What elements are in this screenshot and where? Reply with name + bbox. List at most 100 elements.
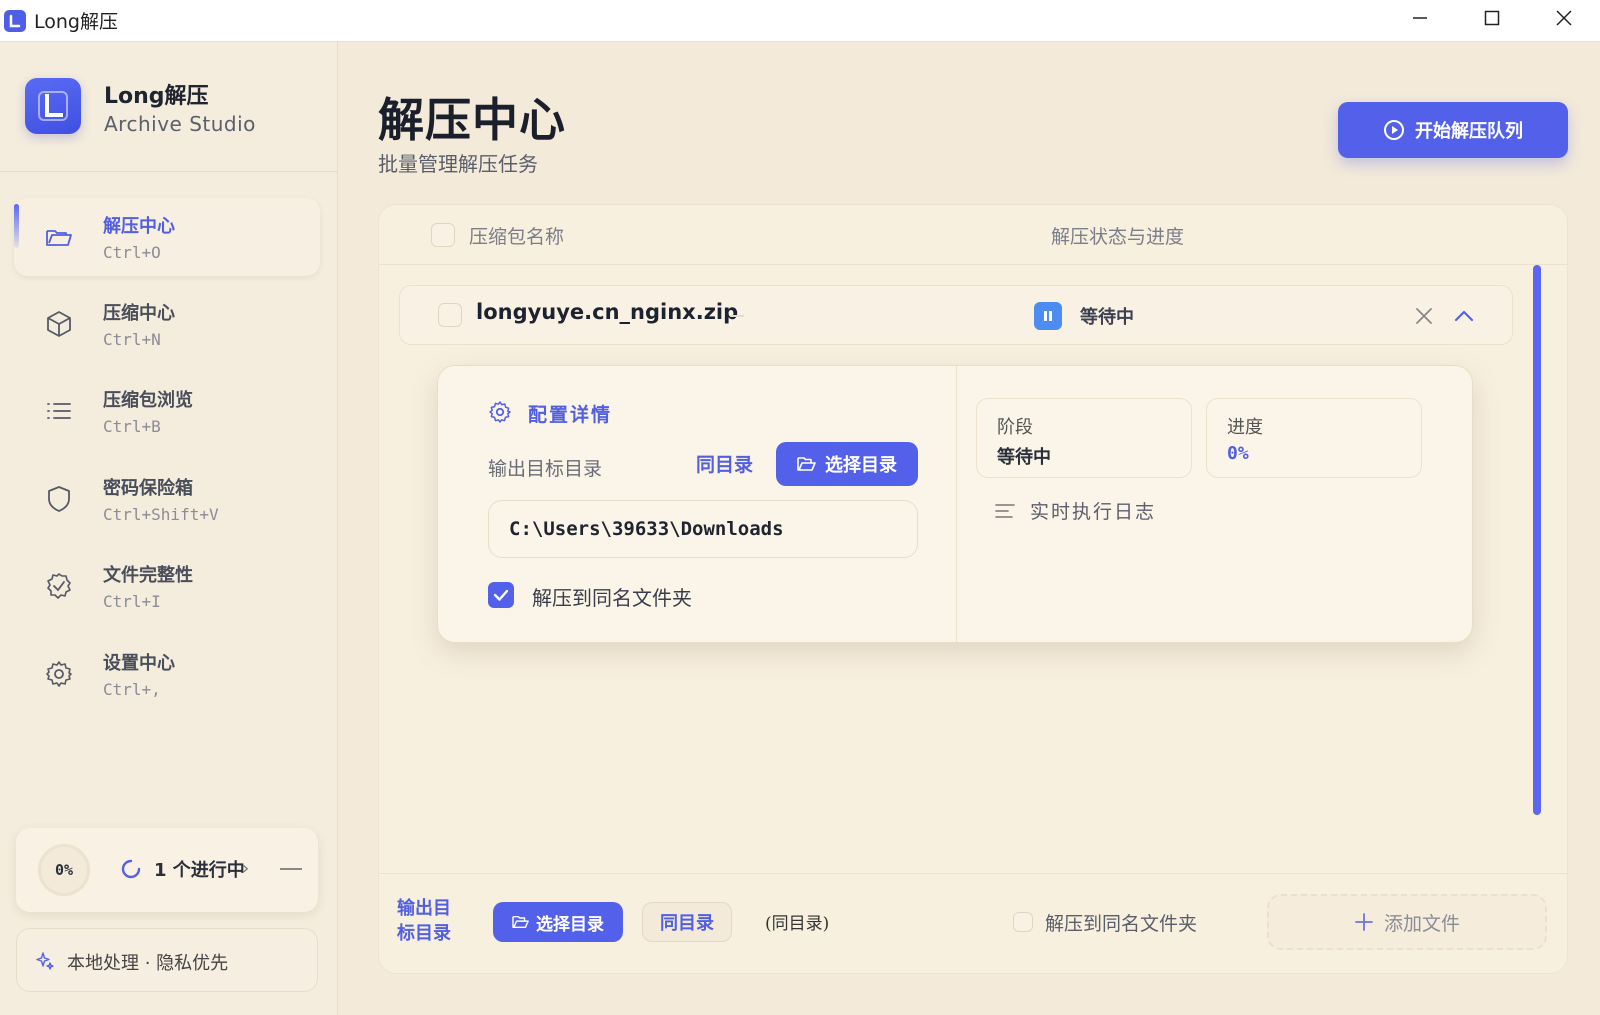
sidebar-item-label: 文件完整性 — [103, 565, 193, 586]
current-output-dir: (同目录) — [765, 914, 830, 934]
stage-value: 等待中 — [997, 447, 1051, 468]
check-circle-icon — [47, 573, 71, 599]
column-header-name: 压缩包名称 — [469, 226, 565, 248]
same-dir-button[interactable]: 同目录 — [696, 450, 753, 477]
shield-icon — [48, 486, 70, 512]
progress-value: 0% — [1227, 443, 1249, 464]
extract-to-folder-label: 解压到同名文件夹 — [532, 586, 692, 610]
table-row[interactable]: longyuye.cn_nginx.zip 等待中 — [399, 285, 1513, 345]
remove-task-icon[interactable] — [1410, 302, 1438, 330]
choose-dir-button[interactable]: 选择目录 — [776, 442, 918, 486]
separator-dash — [730, 315, 744, 317]
brand: Long解压 Archive Studio — [0, 42, 338, 172]
task-status: 等待中 — [1080, 307, 1134, 328]
output-path-field[interactable]: C:\Users\39633\Downloads — [488, 500, 918, 558]
chevron-right-icon[interactable]: › — [242, 858, 249, 879]
footer-choose-dir-label: 选择目录 — [536, 914, 604, 935]
sparkle-icon — [36, 952, 54, 970]
close-window-button[interactable] — [1528, 0, 1600, 36]
output-dir-label: 输出目标目录 — [488, 458, 603, 480]
sidebar-item-file-integrity[interactable]: 文件完整性 Ctrl+I — [14, 547, 320, 625]
task-progress-card[interactable]: 0% 1 个进行中 › — [16, 828, 318, 912]
sidebar-item-label: 设置中心 — [103, 653, 175, 674]
task-detail-card: 配置详情 输出目标目录 同目录 选择目录 C:\Users\39633\Down… — [437, 365, 1473, 643]
sidebar-item-shortcut: Ctrl+, — [103, 680, 161, 699]
minimize-icon — [1413, 17, 1427, 19]
footer-output-label: 输出目标目录 — [397, 898, 451, 944]
active-indicator — [14, 204, 19, 248]
sidebar-item-label: 密码保险箱 — [103, 478, 193, 499]
sidebar-item-archive-browser[interactable]: 压缩包浏览 Ctrl+B — [14, 372, 320, 450]
pause-icon[interactable] — [1034, 302, 1062, 330]
app-logo-icon — [4, 9, 26, 32]
footer-same-dir-button[interactable]: 同目录 — [642, 902, 732, 942]
sidebar-item-settings[interactable]: 设置中心 Ctrl+, — [14, 635, 320, 713]
sidebar-item-label: 解压中心 — [103, 216, 175, 237]
column-header-status: 解压状态与进度 — [1051, 226, 1185, 248]
task-panel: 压缩包名称 解压状态与进度 longyuye.cn_nginx.zip 等待中 … — [378, 204, 1568, 974]
scrollbar[interactable] — [1533, 265, 1541, 815]
footer-choose-dir-button[interactable]: 选择目录 — [493, 902, 623, 942]
gear-icon — [46, 661, 72, 687]
spinner-icon — [121, 859, 141, 879]
choose-dir-label: 选择目录 — [825, 455, 897, 476]
privacy-badge: 本地处理 · 隐私优先 — [16, 928, 318, 992]
folder-open-icon — [512, 915, 529, 929]
progress-label: 进度 — [1227, 417, 1263, 438]
sidebar-item-label: 压缩中心 — [103, 303, 175, 324]
brand-subtitle: Archive Studio — [104, 112, 256, 136]
maximize-icon — [1484, 10, 1500, 26]
task-checkbox[interactable] — [438, 303, 462, 327]
chevron-up-icon[interactable] — [1450, 302, 1478, 330]
divider — [956, 366, 957, 642]
box-icon — [47, 311, 71, 337]
footer-extract-to-folder-label: 解压到同名文件夹 — [1045, 913, 1198, 935]
add-file-label: 添加文件 — [1383, 912, 1460, 935]
window-title: Long解压 — [34, 11, 118, 33]
table-header: 压缩包名称 解压状态与进度 — [379, 205, 1567, 265]
gear-icon — [489, 401, 511, 423]
page-subtitle: 批量管理解压任务 — [378, 152, 538, 176]
minimize-panel-button[interactable] — [280, 868, 302, 870]
page-title: 解压中心 — [378, 93, 566, 147]
sidebar: Long解压 Archive Studio 解压中心 Ctrl+O 压缩中心 C… — [0, 42, 338, 1015]
realtime-log-label: 实时执行日志 — [1030, 501, 1157, 523]
stage-box: 阶段 等待中 — [976, 398, 1192, 478]
config-details-heading: 配置详情 — [528, 404, 613, 426]
title-bar: Long解压 — [0, 0, 1600, 42]
sidebar-item-extract-center[interactable]: 解压中心 Ctrl+O — [14, 198, 320, 276]
stage-label: 阶段 — [997, 417, 1033, 438]
add-file-button[interactable]: 添加文件 — [1267, 894, 1547, 950]
brand-name: Long解压 — [104, 84, 209, 109]
sidebar-item-shortcut: Ctrl+I — [103, 592, 161, 611]
start-queue-button[interactable]: 开始解压队列 — [1338, 102, 1568, 158]
close-icon — [1556, 10, 1572, 26]
folder-open-icon — [797, 457, 816, 471]
sidebar-item-shortcut: Ctrl+B — [103, 417, 161, 436]
sidebar-item-shortcut: Ctrl+Shift+V — [103, 505, 219, 524]
play-circle-icon — [1384, 120, 1404, 140]
sidebar-item-password-vault[interactable]: 密码保险箱 Ctrl+Shift+V — [14, 460, 320, 538]
folder-open-icon — [46, 230, 72, 246]
maximize-button[interactable] — [1456, 0, 1528, 36]
select-all-checkbox[interactable] — [431, 223, 455, 247]
list-icon — [47, 403, 71, 419]
task-file-name: longyuye.cn_nginx.zip — [476, 300, 739, 324]
footer-toolbar: 输出目标目录 选择目录 同目录 (同目录) 解压到同名文件夹 添加文件 — [379, 873, 1567, 973]
privacy-text: 本地处理 · 隐私优先 — [67, 953, 229, 974]
start-queue-label: 开始解压队列 — [1415, 121, 1523, 142]
progress-box: 进度 0% — [1206, 398, 1422, 478]
log-lines-icon — [995, 504, 1015, 518]
sidebar-item-shortcut: Ctrl+O — [103, 243, 161, 262]
brand-logo-icon — [25, 78, 81, 134]
sidebar-item-label: 压缩包浏览 — [103, 390, 193, 411]
sidebar-item-compress-center[interactable]: 压缩中心 Ctrl+N — [14, 285, 320, 363]
progress-percent: 0% — [38, 844, 90, 896]
sidebar-item-shortcut: Ctrl+N — [103, 330, 161, 349]
extract-to-folder-checkbox[interactable] — [488, 582, 514, 608]
footer-extract-to-folder-checkbox[interactable] — [1013, 912, 1033, 932]
check-icon — [493, 589, 509, 601]
running-count: 1 个进行中 — [154, 860, 245, 881]
minimize-button[interactable] — [1384, 0, 1456, 36]
plus-icon — [1355, 913, 1373, 931]
